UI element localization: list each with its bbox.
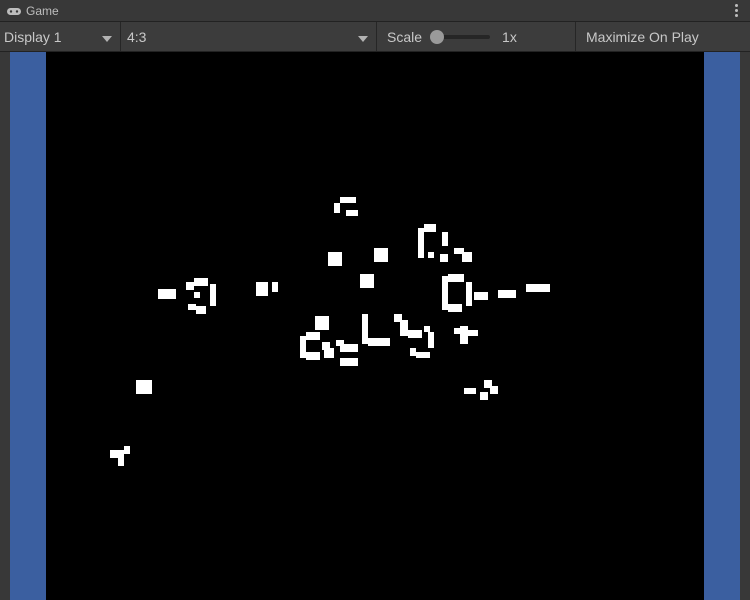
pixel-cluster bbox=[124, 446, 130, 454]
tab-overflow-menu-icon[interactable] bbox=[728, 2, 744, 18]
pixel-cluster bbox=[118, 458, 124, 466]
scale-slider-thumb[interactable] bbox=[430, 30, 444, 44]
pixel-cluster bbox=[196, 306, 206, 314]
game-tab-label: Game bbox=[26, 4, 59, 18]
pixel-cluster bbox=[256, 282, 268, 296]
pixel-cluster bbox=[442, 232, 448, 246]
pixel-cluster bbox=[408, 330, 422, 338]
pixel-cluster bbox=[136, 380, 152, 394]
pixel-cluster bbox=[346, 210, 358, 216]
pixel-cluster bbox=[334, 203, 340, 213]
pixel-cluster bbox=[340, 358, 358, 366]
scale-value: 1x bbox=[502, 29, 517, 45]
chevron-down-icon bbox=[102, 29, 112, 45]
pixel-cluster bbox=[306, 352, 320, 360]
pixel-cluster bbox=[428, 252, 434, 258]
aspect-dropdown-label: 4:3 bbox=[127, 29, 146, 45]
pixel-cluster bbox=[466, 282, 472, 306]
pixel-cluster bbox=[368, 338, 390, 346]
pixel-cluster bbox=[416, 352, 430, 358]
pixel-cluster bbox=[210, 284, 216, 306]
chevron-down-icon bbox=[358, 29, 368, 45]
pixel-cluster bbox=[340, 197, 350, 203]
pixel-cluster bbox=[360, 274, 374, 288]
pixel-cluster bbox=[315, 316, 329, 330]
pixel-cluster bbox=[462, 252, 472, 262]
pixel-cluster bbox=[498, 290, 516, 298]
pixel-cluster bbox=[418, 228, 424, 258]
pixel-cluster bbox=[328, 252, 342, 266]
pixel-cluster bbox=[194, 292, 200, 298]
game-tab-bar: Game bbox=[0, 0, 750, 22]
pixel-cluster bbox=[448, 304, 462, 312]
pixel-cluster bbox=[526, 284, 550, 292]
game-toolbar: Display 1 4:3 Scale 1x Maximize On Play bbox=[0, 22, 750, 52]
pixel-cluster bbox=[490, 386, 498, 394]
pixel-cluster bbox=[448, 274, 464, 282]
game-controller-icon bbox=[6, 5, 22, 17]
game-viewport bbox=[0, 52, 750, 600]
pixel-cluster bbox=[306, 332, 320, 340]
display-dropdown[interactable]: Display 1 bbox=[0, 22, 120, 51]
maximize-on-play-button[interactable]: Maximize On Play bbox=[576, 22, 750, 51]
pixel-cluster bbox=[110, 450, 124, 458]
pixel-cluster bbox=[374, 248, 388, 262]
pixel-cluster bbox=[186, 282, 194, 290]
scale-slider[interactable] bbox=[434, 35, 490, 39]
game-tab[interactable]: Game bbox=[0, 0, 69, 21]
pixel-cluster bbox=[324, 348, 334, 358]
pixel-cluster bbox=[464, 388, 476, 394]
pixel-cluster bbox=[272, 282, 278, 292]
pixel-cluster bbox=[468, 330, 478, 336]
pixel-cluster bbox=[350, 197, 356, 203]
pixel-cluster bbox=[340, 344, 358, 352]
pixel-cluster bbox=[440, 254, 448, 262]
pixel-cluster bbox=[424, 224, 436, 232]
pixel-cluster bbox=[194, 278, 208, 286]
pixel-cluster bbox=[474, 292, 488, 300]
playfield bbox=[10, 52, 740, 600]
pixel-cluster bbox=[480, 392, 488, 400]
pixel-cluster bbox=[460, 326, 468, 344]
pixel-cluster bbox=[400, 320, 408, 336]
scale-section: Scale 1x bbox=[377, 22, 575, 51]
pixel-cluster bbox=[158, 289, 176, 299]
scale-label: Scale bbox=[387, 29, 422, 45]
maximize-on-play-label: Maximize On Play bbox=[586, 29, 699, 45]
display-dropdown-label: Display 1 bbox=[4, 29, 62, 45]
aspect-dropdown[interactable]: 4:3 bbox=[121, 22, 376, 51]
pixel-cluster bbox=[188, 304, 196, 310]
game-canvas[interactable] bbox=[10, 52, 740, 600]
pixel-cluster bbox=[428, 332, 434, 348]
